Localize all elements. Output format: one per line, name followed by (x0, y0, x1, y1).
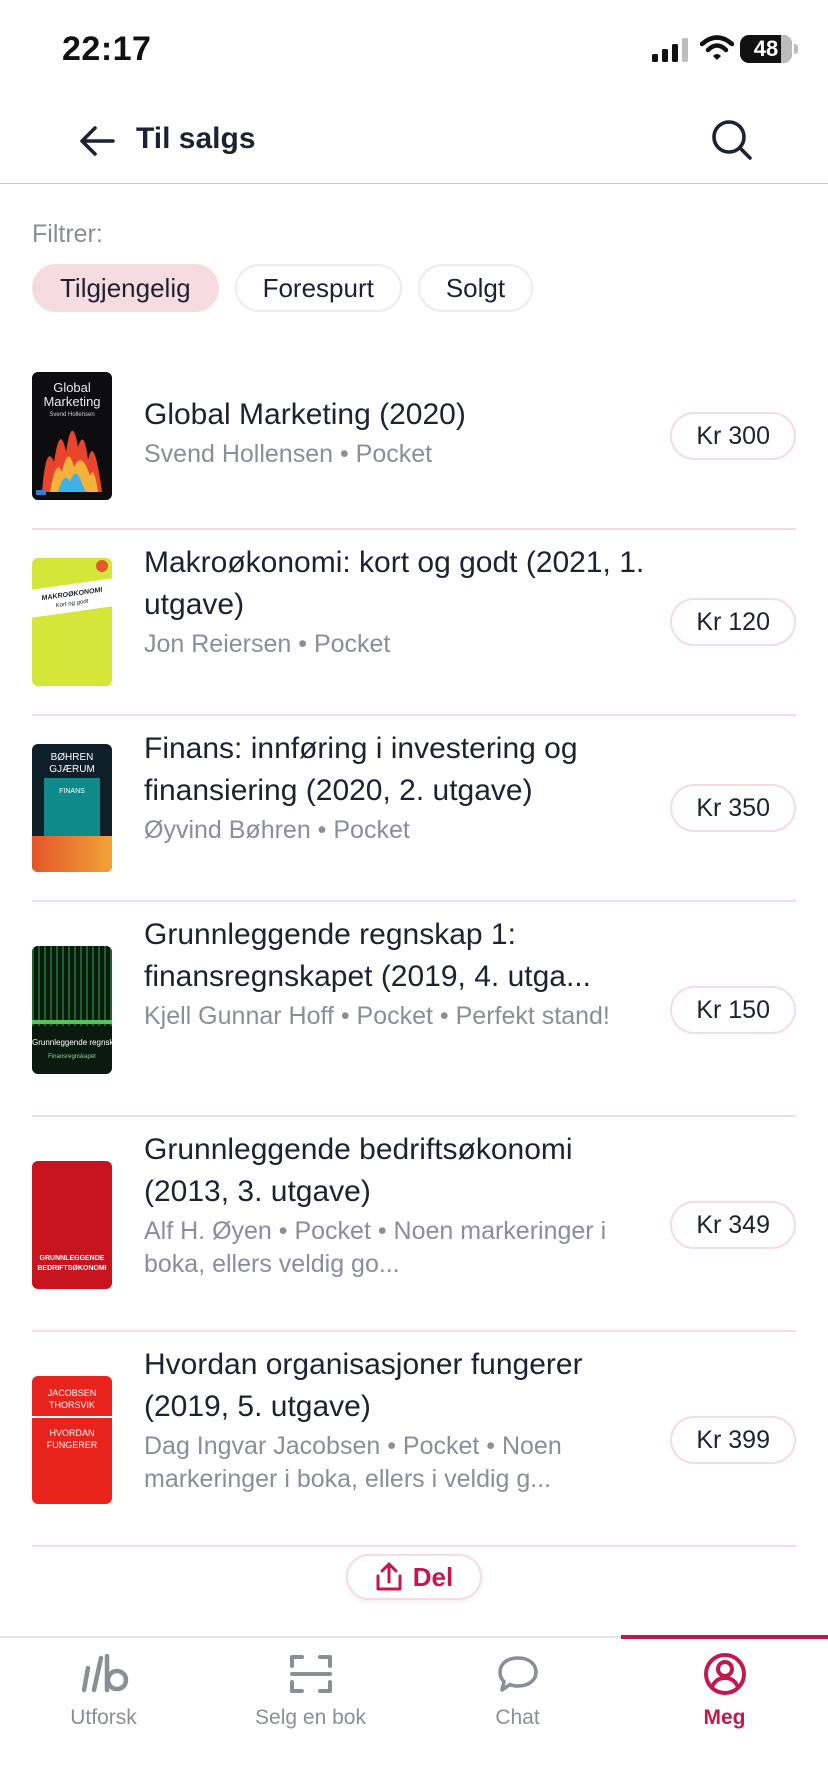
cover-author: THORSVIK (48, 1400, 95, 1410)
tab-selg-en-bok[interactable]: Selg en bok (207, 1638, 414, 1792)
book-row[interactable]: BØHREN GJÆRUM FINANS Finans: innføring i… (32, 716, 796, 902)
cover-author: BØHREN (50, 752, 94, 763)
price-badge[interactable]: Kr 120 (670, 598, 796, 646)
price-badge[interactable]: Kr 349 (670, 1201, 796, 1249)
book-meta: Svend Hollensen • Pocket (144, 440, 433, 468)
book-row[interactable]: GRUNNLEGGENDE BEDRIFTSØKONOMI Grunnlegge… (32, 1117, 796, 1332)
book-cover: GRUNNLEGGENDE BEDRIFTSØKONOMI (32, 1161, 112, 1289)
page-title: Til salgs (136, 122, 256, 155)
filter-chips: Tilgjengelig Forespurt Solgt (32, 264, 534, 312)
chat-bubble-icon (414, 1646, 621, 1702)
scan-icon (207, 1646, 414, 1702)
tab-label: Chat (495, 1706, 540, 1729)
book-row[interactable]: MAKROØKONOMI Kort og godt Makroøkonomi: … (32, 530, 796, 716)
battery-level: 48 (753, 36, 779, 61)
price-badge[interactable]: Kr 150 (670, 986, 796, 1034)
logo-icon (0, 1646, 207, 1702)
book-text: Grunnleggende bedriftsøkonomi (2013, 3. … (144, 1129, 664, 1281)
book-meta: Dag Ingvar Jacobsen • Pocket • Noen mark… (144, 1432, 562, 1493)
search-button[interactable] (706, 114, 758, 166)
filter-label: Filtrer: (32, 220, 103, 248)
arrow-left-icon (80, 126, 115, 156)
book-title: Makroøkonomi: kort og godt (2021, 1. utg… (144, 546, 645, 621)
search-icon (712, 120, 752, 160)
book-cover: BØHREN GJÆRUM FINANS (32, 744, 112, 872)
share-icon (376, 1562, 402, 1591)
cover-title: FUNGERER (46, 1440, 98, 1450)
book-row[interactable]: JACOBSEN THORSVIK HVORDAN FUNGERER Hvord… (32, 1332, 796, 1547)
tab-meg[interactable]: Meg (621, 1638, 828, 1792)
tab-label: Meg (703, 1706, 746, 1729)
tab-label: Selg en bok (255, 1706, 366, 1729)
book-cover: Grunnleggende regnskap Finansregnskapet (32, 946, 112, 1074)
status-time: 22:17 (62, 30, 152, 68)
book-text: Makroøkonomi: kort og godt (2021, 1. utg… (144, 542, 664, 661)
filter-chip-solgt[interactable]: Solgt (417, 264, 534, 312)
cover-author: GJÆRUM (49, 764, 95, 775)
book-title: Finans: innføring i investering og finan… (144, 732, 578, 807)
cover-title: Grunnleggende regnskap (32, 1038, 112, 1047)
tab-chat[interactable]: Chat (414, 1638, 621, 1792)
book-title: Hvordan organisasjoner fungerer (2019, 5… (144, 1348, 583, 1423)
price-badge[interactable]: Kr 300 (670, 412, 796, 460)
cover-title: HVORDAN (49, 1428, 95, 1438)
filter-chip-forespurt[interactable]: Forespurt (234, 264, 402, 312)
share-label: Del (412, 1561, 454, 1592)
book-text: Finans: innføring i investering og finan… (144, 728, 664, 847)
book-title: Grunnleggende regnskap 1: finansregnskap… (144, 918, 591, 993)
book-title: Grunnleggende bedriftsøkonomi (2013, 3. … (144, 1133, 573, 1208)
book-text: Hvordan organisasjoner fungerer (2019, 5… (144, 1344, 664, 1496)
book-cover: MAKROØKONOMI Kort og godt (32, 558, 112, 686)
filter-chip-tilgjengelig[interactable]: Tilgjengelig (32, 264, 219, 312)
tab-label: Utforsk (70, 1706, 137, 1729)
book-row[interactable]: Global Marketing Svend Hollensen Global … (32, 342, 796, 530)
tab-utforsk[interactable]: Utforsk (0, 1638, 207, 1792)
book-meta: Alf H. Øyen • Pocket • Noen markeringer … (144, 1217, 607, 1278)
book-cover: Global Marketing Svend Hollensen (32, 372, 112, 500)
book-cover: JACOBSEN THORSVIK HVORDAN FUNGERER (32, 1376, 112, 1504)
price-badge[interactable]: Kr 350 (670, 784, 796, 832)
cover-title: BEDRIFTSØKONOMI (37, 1265, 107, 1272)
cover-title: FINANS (59, 788, 85, 795)
cellular-signal-icon (652, 38, 688, 62)
book-title: Global Marketing (2020) (144, 398, 466, 431)
user-circle-icon (621, 1646, 828, 1702)
share-button[interactable]: Del (346, 1554, 482, 1600)
cover-author: Svend Hollensen (49, 412, 95, 418)
cover-title: Global (53, 380, 91, 395)
book-text: Global Marketing (2020) Svend Hollensen … (144, 394, 664, 471)
book-meta: Jon Reiersen • Pocket (144, 630, 391, 658)
cover-title: GRUNNLEGGENDE (39, 1255, 105, 1262)
back-button[interactable] (74, 118, 120, 164)
book-meta: Kjell Gunnar Hoff • Pocket • Perfekt sta… (144, 1002, 610, 1030)
tab-bar: Utforsk Selg en bok Chat Meg (0, 1635, 828, 1792)
battery-icon: 48 (740, 35, 792, 63)
app-header: Til salgs (0, 100, 828, 184)
book-text: Grunnleggende regnskap 1: finansregnskap… (144, 914, 664, 1033)
book-meta: Øyvind Bøhren • Pocket (144, 816, 410, 844)
price-badge[interactable]: Kr 399 (670, 1416, 796, 1464)
wifi-icon (700, 35, 734, 60)
cover-author: JACOBSEN (47, 1388, 97, 1398)
status-bar: 22:17 48 (0, 0, 828, 100)
book-row[interactable]: Grunnleggende regnskap Finansregnskapet … (32, 902, 796, 1117)
cover-title: Marketing (43, 394, 101, 409)
cover-subtitle: Finansregnskapet (48, 1054, 96, 1060)
battery-cap (794, 44, 798, 54)
